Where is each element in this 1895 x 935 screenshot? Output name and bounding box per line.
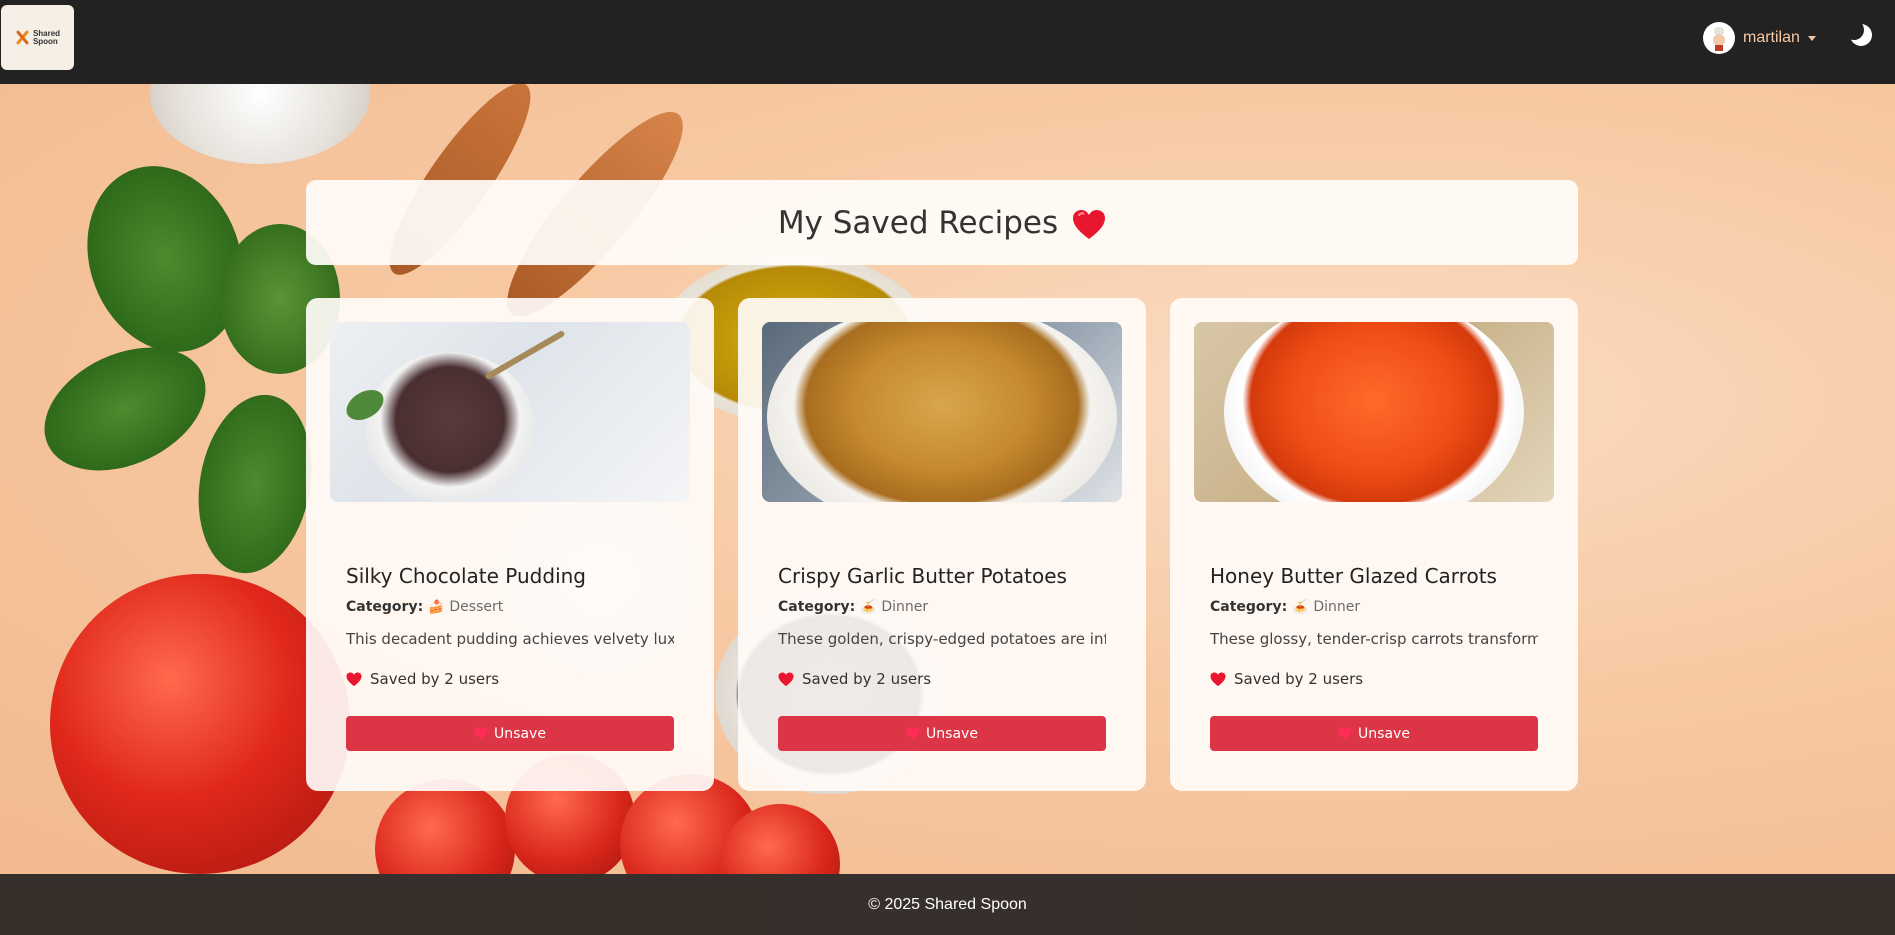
heart-icon (906, 727, 920, 740)
footer: © 2025 Shared Spoon (0, 874, 1895, 935)
recipe-card[interactable]: Silky Chocolate Pudding Category: 🍰 Dess… (306, 298, 714, 791)
chocolate-pudding-image (330, 322, 690, 502)
recipe-title[interactable]: Silky Chocolate Pudding (346, 564, 586, 588)
recipe-category: Category: 🍝 Dinner (1210, 599, 1360, 615)
garlic-potatoes-image (762, 322, 1122, 502)
saved-count-text: Saved by 2 users (1234, 670, 1364, 688)
unsave-button-label: Unsave (1358, 725, 1410, 742)
unsave-button[interactable]: Unsave (778, 716, 1106, 751)
heart-icon (1338, 727, 1352, 740)
category-value: Dinner (1313, 599, 1361, 615)
recipe-card[interactable]: Honey Butter Glazed Carrots Category: 🍝 … (1170, 298, 1578, 791)
recipe-description: These glossy, tender-crisp carrots trans… (1210, 630, 1538, 648)
saved-count-text: Saved by 2 users (370, 670, 500, 688)
cake-icon: 🍰 (428, 599, 445, 615)
unsave-button[interactable]: Unsave (1210, 716, 1538, 751)
category-label: Category: (778, 599, 856, 615)
bowl-shape (767, 322, 1117, 502)
bowl-shape (1224, 322, 1524, 502)
logo-text-line2: Spoon (32, 36, 58, 46)
category-label: Category: (346, 599, 424, 615)
logo-text: Shared Spoon (32, 29, 60, 46)
saved-count: Saved by 2 users (346, 670, 499, 688)
category-value: Dinner (881, 599, 929, 615)
saved-count: Saved by 2 users (1210, 670, 1363, 688)
category-value: Dessert (449, 599, 504, 615)
recipe-image[interactable] (1194, 322, 1554, 502)
saved-count: Saved by 2 users (778, 670, 931, 688)
caret-down-icon (1807, 35, 1816, 41)
heart-icon (346, 671, 362, 686)
username: martilan (1743, 29, 1800, 46)
recipe-description: These golden, crispy-edged potatoes are … (778, 630, 1106, 648)
recipe-card[interactable]: Crispy Garlic Butter Potatoes Category: … (738, 298, 1146, 791)
salt-bowl-decoration (150, 84, 370, 164)
saved-count-text: Saved by 2 users (802, 670, 932, 688)
logo[interactable]: Shared Spoon (1, 5, 74, 70)
spaghetti-icon: 🍝 (860, 599, 877, 615)
page-header: My Saved Recipes (306, 180, 1578, 265)
moon-icon (1844, 20, 1872, 46)
tomato-decoration (375, 779, 515, 874)
navbar: Shared Spoon martilan (0, 0, 1895, 84)
glazed-carrots-image (1194, 322, 1554, 502)
recipe-category: Category: 🍰 Dessert (346, 599, 503, 615)
recipe-description: This decadent pudding achieves velvety l… (346, 630, 674, 648)
chef-avatar-icon (1713, 27, 1725, 51)
heart-icon (474, 727, 488, 740)
category-label: Category: (1210, 599, 1288, 615)
crossed-utensils-icon (15, 30, 30, 45)
recipe-image[interactable] (330, 322, 690, 502)
unsave-button-label: Unsave (494, 725, 546, 742)
basil-leaf-decoration (185, 385, 325, 583)
recipe-category: Category: 🍝 Dinner (778, 599, 928, 615)
unsave-button-label: Unsave (926, 725, 978, 742)
tomato-decoration (50, 574, 350, 874)
spoon-shape (484, 329, 566, 381)
recipe-title[interactable]: Crispy Garlic Butter Potatoes (778, 564, 1067, 588)
recipe-image[interactable] (762, 322, 1122, 502)
heart-icon (1210, 671, 1226, 686)
spaghetti-icon: 🍝 (1292, 599, 1309, 615)
heart-icon (778, 671, 794, 686)
avatar (1703, 22, 1735, 54)
theme-toggle-button[interactable] (1844, 20, 1874, 48)
heart-icon (1073, 209, 1106, 239)
user-dropdown-toggle[interactable]: martilan (1703, 22, 1816, 54)
unsave-button[interactable]: Unsave (346, 716, 674, 751)
recipe-title[interactable]: Honey Butter Glazed Carrots (1210, 564, 1497, 588)
page-title: My Saved Recipes (777, 204, 1059, 241)
footer-text: © 2025 Shared Spoon (868, 895, 1027, 913)
bowl-shape (365, 352, 535, 502)
